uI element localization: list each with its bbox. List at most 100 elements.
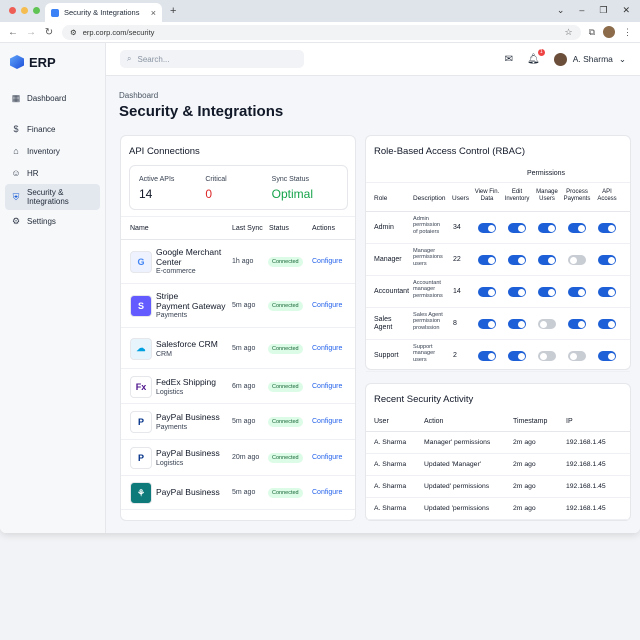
close-dot[interactable] [9,7,16,14]
permission-toggle[interactable] [568,255,586,265]
sidebar-item-finance[interactable]: $ Finance [5,118,100,140]
api-connections-card: API Connections Active APIs 14 Critical … [120,135,356,521]
fedex-logo-icon: Fx [130,375,152,398]
search-icon: ⌕ [127,54,132,63]
permission-toggle[interactable] [568,351,586,361]
browser-tab[interactable]: Security & Integrations × [45,3,162,22]
sidebar-item-inventory[interactable]: ⌂ Inventory [5,140,100,162]
column-header: Last Sync [232,225,263,232]
profile-avatar[interactable] [603,26,615,38]
api-table-row: ⚘ PayPal Business 5m ago Connected Configure [121,476,355,510]
activity-row: A. Sharma Updated' permissions 2m ago 192.1… [366,476,630,498]
permission-toggle[interactable] [598,255,616,265]
permission-toggle[interactable] [478,319,496,329]
site-info-icon[interactable]: ⚙ [70,28,77,37]
configure-link[interactable]: Configure [312,258,342,265]
maximize-dot[interactable] [33,7,40,14]
permission-toggle[interactable] [508,319,526,329]
user-name: A. Sharma [572,54,613,64]
reload-icon[interactable]: ↻ [44,27,54,38]
back-icon[interactable]: ← [8,27,18,38]
sidebar-item-hr[interactable]: ☺ HR [5,162,100,184]
permission-toggle[interactable] [508,255,526,265]
permission-toggle[interactable] [538,223,556,233]
close-icon[interactable]: ✕ [622,5,630,16]
configure-link[interactable]: Configure [312,345,342,352]
extensions-icon[interactable]: ⧉ [589,27,595,38]
page-title: Security & Integrations [119,103,284,120]
rbac-row: Support Support manager users 2 [366,340,630,372]
column-header: Process Payments [563,189,591,203]
inbox-icon[interactable]: ✉ [505,54,513,65]
configure-link[interactable]: Configure [312,302,342,309]
role-user-count: 14 [453,288,461,295]
rbac-table-header: Role Description Users View Fin. Data Ed… [366,182,630,212]
permission-toggle[interactable] [568,287,586,297]
configure-link[interactable]: Configure [312,489,342,496]
column-header: Description [413,195,446,202]
permission-toggle[interactable] [478,287,496,297]
shield-icon: ⛨ [12,191,20,202]
permission-toggle[interactable] [508,287,526,297]
sidebar-item-dashboard[interactable]: ▦ Dashboard [5,87,100,109]
sidebar-item-label: Dashboard [27,93,67,103]
sidebar-item-label: Settings [27,216,56,226]
user-menu[interactable]: A. Sharma ⌄ [553,52,626,66]
permission-toggle[interactable] [568,223,586,233]
search-input[interactable]: ⌕ Search... [120,50,304,68]
column-header: Action [424,418,444,425]
configure-link[interactable]: Configure [312,418,342,425]
configure-link[interactable]: Configure [312,383,342,390]
chevron-down-icon[interactable]: ⌄ [557,5,565,16]
forward-icon[interactable]: → [26,27,36,38]
dollar-icon: $ [13,124,19,134]
permission-toggle[interactable] [478,351,496,361]
permission-toggle[interactable] [598,287,616,297]
permission-toggle[interactable] [538,351,556,361]
permission-toggle[interactable] [478,255,496,265]
sidebar-item-security[interactable]: ⛨ Security & Integrations [5,184,100,210]
sidebar-item-settings[interactable]: ⚙ Settings [5,210,100,232]
bell-icon[interactable]: 🔔︎ 1 [527,48,545,65]
permission-toggle[interactable] [598,319,616,329]
permission-toggle[interactable] [508,351,526,361]
permission-toggle[interactable] [508,223,526,233]
bookmark-star-icon[interactable]: ☆ [564,27,572,38]
url-field[interactable]: ⚙ erp.corp.com/security ☆ [62,24,581,40]
window-controls [9,7,40,14]
permission-toggle[interactable] [538,255,556,265]
new-tab-icon[interactable]: + [170,3,176,22]
paypal-logo-icon: P [130,447,152,469]
permission-toggle[interactable] [568,319,586,329]
os-window-controls: ⌄ – ❐ ✕ [557,5,630,16]
api-table-header: Name Last Sync Status Actions [121,216,355,240]
integration-name: PayPal Business [156,448,220,458]
permission-toggle[interactable] [598,351,616,361]
column-header: User [374,418,389,425]
configure-link[interactable]: Configure [312,454,342,461]
column-header: Users [452,195,469,202]
activity-row: A. Sharma Updated 'permissions 2m ago 192.1… [366,498,630,520]
minimize-icon[interactable]: – [579,5,584,16]
brand-name: ERP [29,54,56,70]
role-user-count: 34 [453,224,461,231]
activity-action: Updated' permissions [424,483,490,490]
card-title: API Connections [129,146,200,157]
permission-toggle[interactable] [478,223,496,233]
breadcrumb[interactable]: Dashboard [119,91,158,100]
activity-user: A. Sharma [374,461,407,468]
brand-logo[interactable]: ERP [0,53,105,71]
more-menu-icon[interactable]: ⋮ [623,27,632,38]
tab-close-icon[interactable]: × [151,8,156,18]
permission-toggle[interactable] [598,223,616,233]
column-header: Role [374,195,388,202]
column-header: Timestamp [513,418,548,425]
search-placeholder: Search... [137,54,170,64]
role-user-count: 2 [453,352,457,359]
rbac-card: Role-Based Access Control (RBAC) Permiss… [365,135,631,372]
column-header: View Fin. Data [474,189,500,203]
minimize-dot[interactable] [21,7,28,14]
permission-toggle[interactable] [538,319,556,329]
restore-icon[interactable]: ❐ [599,5,607,16]
permission-toggle[interactable] [538,287,556,297]
